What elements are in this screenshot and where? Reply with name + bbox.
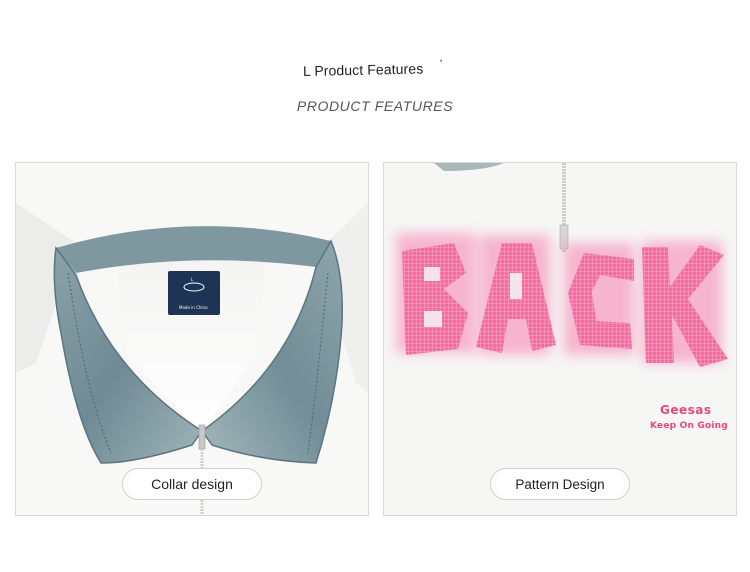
collar-illustration: L Made in China bbox=[16, 163, 368, 515]
title-mark: ' bbox=[440, 58, 443, 70]
brand-print: Geesas bbox=[660, 403, 712, 417]
page-title: L Product Features bbox=[302, 60, 424, 79]
pattern-design-caption: Pattern Design bbox=[490, 468, 630, 500]
page-subtitle: PRODUCT FEATURES bbox=[296, 98, 454, 114]
zipper-pull-icon bbox=[198, 424, 206, 450]
collar-design-caption: Collar design bbox=[122, 468, 262, 500]
care-label-origin: Made in China bbox=[179, 305, 208, 310]
pattern-detail-panel: Geesas Keep On Going Pattern Design bbox=[383, 162, 737, 516]
collar-detail-panel: L Made in China Collar design bbox=[15, 162, 369, 516]
pattern-illustration bbox=[384, 163, 736, 515]
slogan-print: Keep On Going bbox=[650, 421, 728, 431]
